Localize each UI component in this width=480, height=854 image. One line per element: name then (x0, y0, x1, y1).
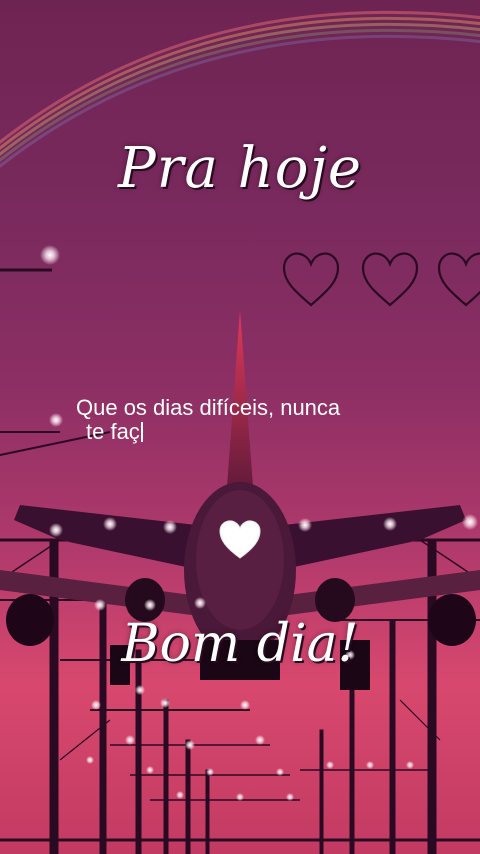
photo-background: Pra hoje Que os dias difíceis, nunca te … (0, 0, 480, 854)
heart-outline-icon (437, 252, 480, 307)
greeting-text: Bom dia! (121, 614, 359, 674)
text-cursor (140, 422, 143, 442)
message-text: Que os dias difíceis, nunca te faç (76, 396, 416, 444)
heart-outline-icon (361, 252, 419, 307)
outline-hearts (282, 252, 480, 307)
heart-outline-icon (282, 252, 340, 307)
title-text: Pra hoje (118, 136, 362, 201)
message-line-1: Que os dias difíceis, nunca (76, 395, 341, 420)
message-line-2: te faç (76, 420, 416, 444)
message-line-2-text: te faç (86, 419, 140, 444)
white-heart-icon (219, 520, 261, 559)
